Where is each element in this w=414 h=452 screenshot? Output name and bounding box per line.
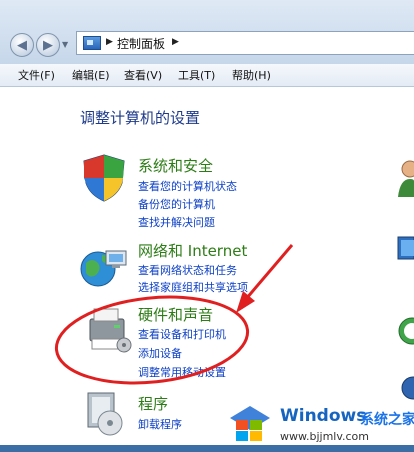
watermark-url: www.bjjmlv.com bbox=[280, 430, 369, 443]
red-highlight-ellipse bbox=[54, 295, 250, 385]
menu-file[interactable]: 文件(F) bbox=[18, 67, 55, 83]
menu-view[interactable]: 查看(V) bbox=[124, 67, 162, 83]
watermark: Windows 系统之家 www.bjjmlv.com bbox=[222, 400, 414, 448]
annotation-overlay bbox=[54, 244, 294, 385]
forward-button[interactable]: ▶ bbox=[36, 33, 60, 57]
red-arrow-head bbox=[236, 291, 255, 313]
breadcrumb-chevron-icon[interactable]: ▶ bbox=[106, 37, 113, 47]
breadcrumb-control-panel[interactable]: 控制面板 bbox=[117, 35, 165, 52]
breadcrumb-chevron-icon[interactable]: ▶ bbox=[172, 37, 179, 47]
control-panel-icon bbox=[83, 36, 101, 50]
menu-help[interactable]: 帮助(H) bbox=[232, 67, 271, 83]
menu-bar: 文件(F) 编辑(E) 查看(V) 工具(T) 帮助(H) bbox=[0, 64, 414, 87]
menu-edit[interactable]: 编辑(E) bbox=[72, 67, 110, 83]
forward-arrow-icon: ▶ bbox=[43, 37, 53, 53]
watermark-subtitle: 系统之家 bbox=[360, 412, 414, 428]
address-bar-area: ◀ ▶ ▼ ▶ 控制面板 ▶ bbox=[0, 0, 414, 64]
watermark-brand: Windows bbox=[280, 406, 367, 426]
back-arrow-icon: ◀ bbox=[17, 37, 27, 53]
address-box[interactable]: ▶ 控制面板 ▶ bbox=[76, 31, 414, 55]
back-button[interactable]: ◀ bbox=[10, 33, 34, 57]
windows-logo-icon bbox=[230, 406, 270, 441]
window-bottom-edge bbox=[0, 445, 414, 452]
red-arrow-line bbox=[244, 244, 294, 300]
history-dropdown-icon[interactable]: ▼ bbox=[62, 40, 68, 49]
menu-tools[interactable]: 工具(T) bbox=[178, 67, 215, 83]
control-panel-content: 调整计算机的设置 系统和安全 查看您的计算机状态 备份您的计算机 查找并解决问题… bbox=[0, 87, 414, 452]
